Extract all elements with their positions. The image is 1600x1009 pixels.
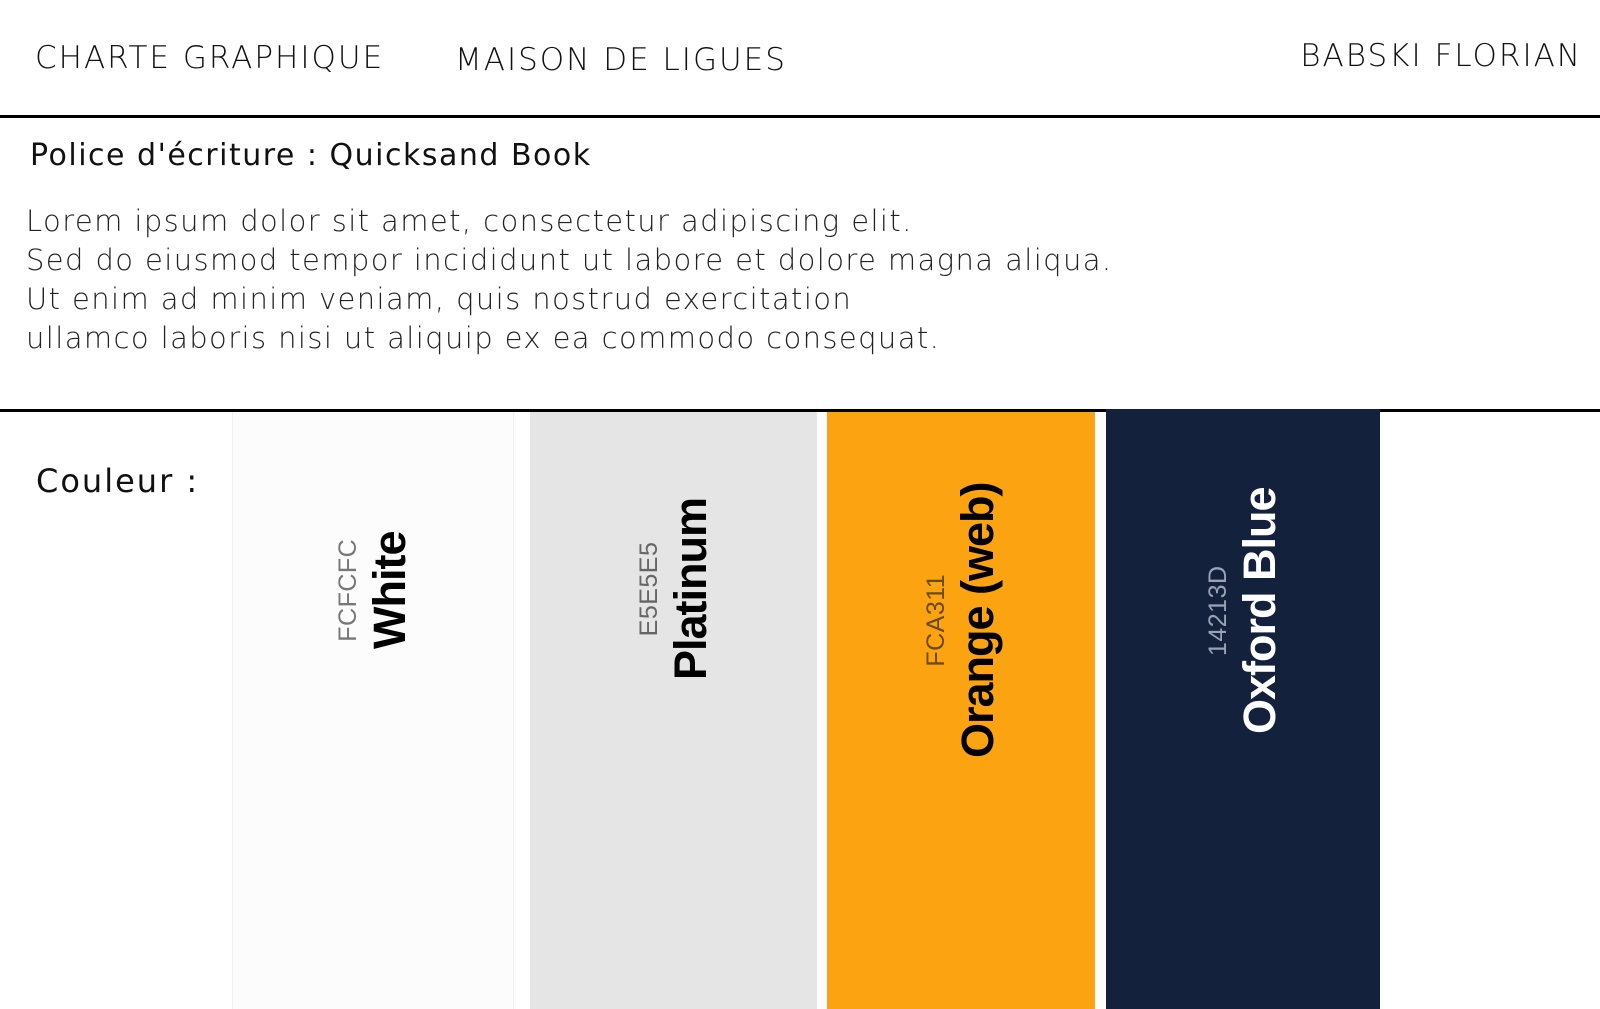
swatch-hex: 14213D	[1204, 565, 1232, 657]
lorem-line: ullamco laboris nisi ut aliquip ex ea co…	[26, 321, 941, 355]
swatch-name: Orange (web)	[952, 482, 1003, 758]
swatch-white: FCFCFC White	[232, 412, 514, 1009]
swatch-name: Platinum	[664, 497, 716, 680]
swatch-white-text: FCFCFC White	[331, 532, 415, 649]
charte-graphique-page: CHARTE GRAPHIQUE MAISON DE LIGUES BABSKI…	[0, 0, 1600, 1009]
lorem-line: Ut enim ad minim veniam, quis nostrud ex…	[26, 282, 853, 316]
swatch-oxford-blue-text: 14213D Oxford Blue	[1201, 487, 1285, 734]
swatch-name: White	[364, 531, 415, 649]
swatch-oxford-blue: 14213D Oxford Blue	[1106, 409, 1380, 1009]
lorem-line: Sed do eiusmod tempor incididunt ut labo…	[26, 243, 1113, 277]
header-maison-de-ligues: MAISON DE LIGUES	[455, 42, 787, 78]
swatch-platinum: E5E5E5 Platinum	[530, 412, 817, 1009]
swatch-orange: FCA311 Orange (web)	[827, 412, 1095, 1009]
header-charte-graphique: CHARTE GRAPHIQUE	[35, 40, 385, 76]
lorem-paragraph: Lorem ipsum dolor sit amet, consectetur …	[26, 202, 1113, 358]
swatch-hex: E5E5E5	[634, 541, 663, 637]
top-divider	[0, 115, 1600, 118]
font-heading: Police d'écriture : Quicksand Book	[30, 138, 592, 173]
swatch-hex: FCFCFC	[334, 538, 362, 642]
swatch-hex: FCA311	[922, 573, 950, 667]
couleur-label: Couleur :	[36, 462, 200, 500]
swatch-platinum-text: E5E5E5 Platinum	[632, 498, 716, 680]
header-author: BABSKI FLORIAN	[1300, 38, 1582, 74]
lorem-line: Lorem ipsum dolor sit amet, consectetur …	[26, 204, 913, 238]
swatch-name: Oxford Blue	[1234, 487, 1285, 734]
swatch-orange-text: FCA311 Orange (web)	[919, 482, 1003, 758]
